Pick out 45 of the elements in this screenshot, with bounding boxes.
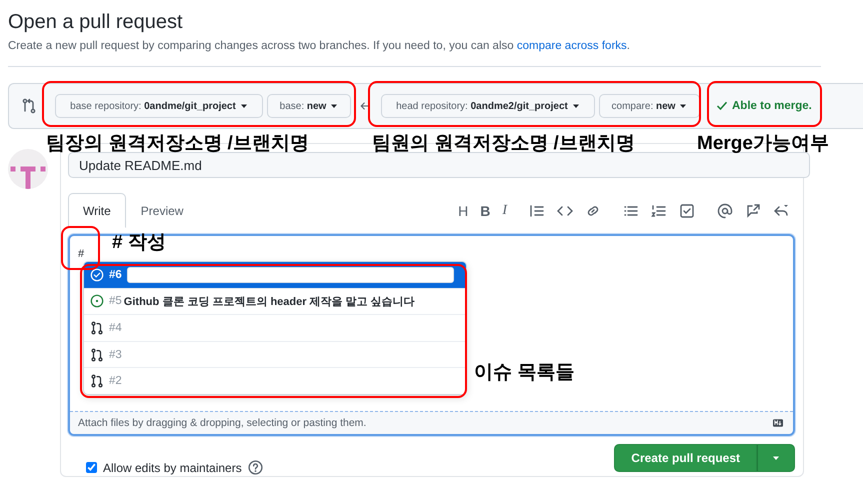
- attach-hint: Attach files by dragging & dropping, selecting or pasting them.: [78, 417, 366, 429]
- numbered-list-icon[interactable]: [651, 203, 667, 219]
- format-button[interactable]: H: [452, 200, 474, 222]
- issue-icon: [90, 294, 104, 308]
- caret-icon: [240, 102, 248, 110]
- check-icon: [716, 100, 728, 112]
- caret-icon: [330, 102, 338, 110]
- checkbox-icon[interactable]: [679, 203, 695, 219]
- dropdown-button[interactable]: [757, 444, 795, 472]
- branch-dropdown[interactable]: compare: new: [599, 94, 700, 118]
- page-subtitle: Create a new pull request by comparing changes across two branches. If you need to, you can also compare across forks.: [8, 39, 631, 54]
- annotation-label: 이슈 목록들: [474, 361, 574, 385]
- format-button[interactable]: B: [474, 200, 496, 222]
- checkbox-label: Allow edits by maintainers: [103, 460, 242, 474]
- caret-icon: [772, 454, 780, 462]
- user-avatar: [8, 149, 48, 189]
- title-field[interactable]: Update README.md: [68, 152, 810, 178]
- caret-icon: [679, 102, 688, 110]
- editor-tab[interactable]: Write: [68, 193, 126, 228]
- check-circle-icon: [90, 268, 104, 282]
- page-title: Open a pull request: [7, 10, 184, 35]
- compare-forks-link[interactable]: compare across forks: [516, 40, 627, 52]
- repository-dropdown[interactable]: base repository: 0andme/git_project: [55, 94, 263, 118]
- compare-icon: [21, 98, 37, 114]
- editor-tab[interactable]: Preview: [126, 193, 198, 228]
- annotation-label: # 작성: [112, 231, 166, 255]
- cross-reference-icon[interactable]: [745, 203, 761, 219]
- pull-request-icon: [90, 320, 104, 335]
- quote-icon[interactable]: [529, 203, 545, 219]
- caret-icon: [572, 102, 580, 110]
- left-arrow-icon: [359, 100, 371, 112]
- help-icon: [248, 460, 263, 475]
- branch-dropdown[interactable]: base: new: [267, 94, 351, 118]
- create-pull-request-button[interactable]: Create pull request: [614, 444, 757, 472]
- markdown-icon: [771, 418, 785, 428]
- pull-request-icon: [90, 348, 104, 362]
- suggestion-item[interactable]: #5 Github 클론 코딩 프로젝트의 header 제작을 맡고 싶습니다: [84, 288, 466, 314]
- typed-text: #: [78, 248, 84, 260]
- repository-dropdown[interactable]: head repository: 0andme2/git_project: [381, 94, 595, 118]
- merge-status: Able to merge.: [732, 100, 812, 112]
- suggestion-item[interactable]: #6: [84, 262, 466, 288]
- at-sign-icon[interactable]: [717, 203, 733, 219]
- maintainers-checkbox[interactable]: [86, 462, 97, 473]
- format-button[interactable]: I: [496, 200, 513, 222]
- pull-request-icon: [90, 374, 104, 388]
